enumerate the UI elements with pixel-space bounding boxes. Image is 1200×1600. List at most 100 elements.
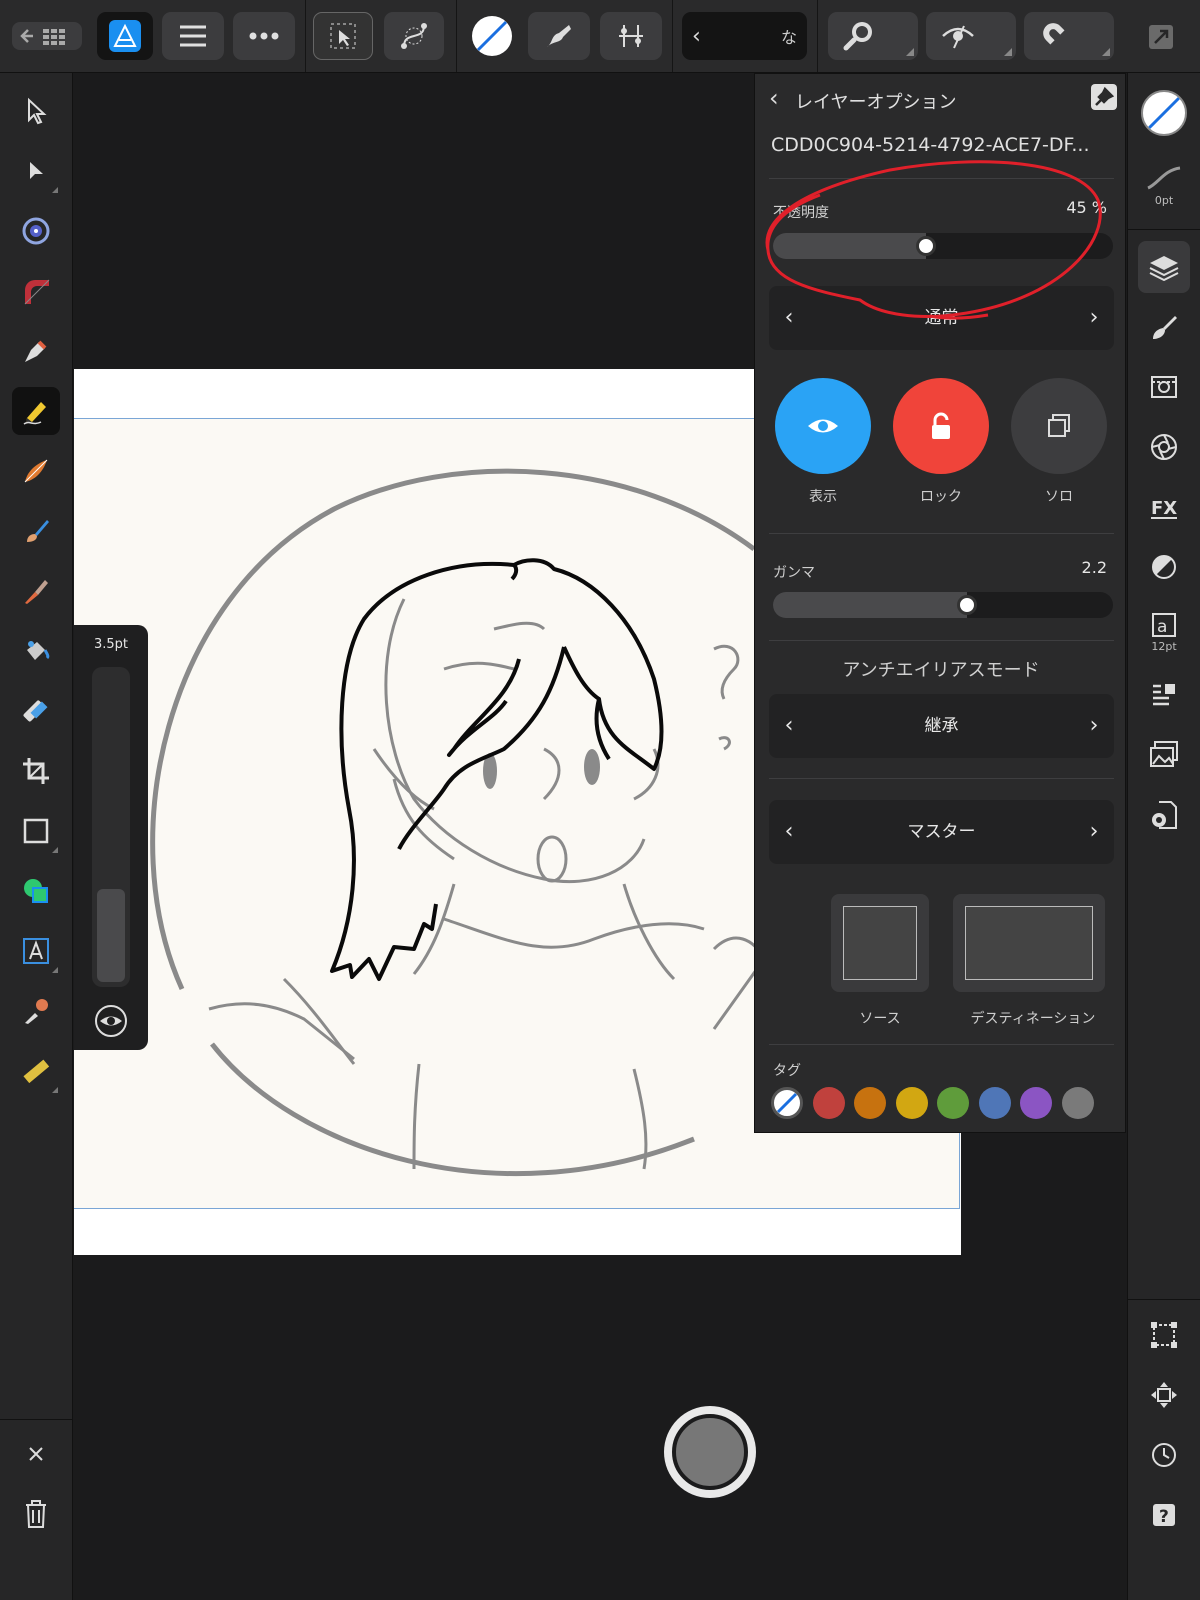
tag-color-swatch[interactable]	[1061, 1087, 1094, 1119]
tag-color-swatch[interactable]	[937, 1087, 969, 1119]
selection-box-icon	[330, 23, 356, 49]
vector-brush-tool[interactable]	[12, 447, 60, 495]
text-styles-studio-button[interactable]: a 12pt	[1138, 601, 1190, 663]
vector-brush-icon	[547, 25, 571, 47]
navigator-studio-button[interactable]	[1138, 1369, 1190, 1421]
more-dots-icon	[249, 32, 279, 40]
pencil-tool[interactable]	[12, 387, 60, 435]
vector-brush-icon	[24, 459, 48, 483]
tag-color-swatch[interactable]	[978, 1087, 1011, 1119]
pen-nib-icon	[25, 340, 47, 362]
pencil-persona-button[interactable]	[528, 12, 590, 60]
panel-back-button[interactable]: ‹	[769, 84, 779, 112]
pixel-brush-tool[interactable]	[12, 567, 60, 615]
hamburger-icon	[180, 25, 206, 47]
measure-tool[interactable]	[12, 1047, 60, 1095]
node-tool-button[interactable]	[384, 12, 444, 60]
brushes-studio-button[interactable]	[1138, 301, 1190, 353]
contrast-icon	[1152, 555, 1176, 579]
fullscreen-button[interactable]	[1146, 22, 1176, 52]
history-clock-icon	[1152, 1443, 1176, 1467]
fullscreen-icon	[1149, 25, 1173, 49]
gamma-slider-fill	[773, 592, 967, 618]
pin-panel-button[interactable]	[1091, 84, 1117, 110]
source-label: ソース	[859, 1011, 901, 1027]
corner-tool[interactable]	[12, 267, 60, 315]
tag-none-swatch[interactable]	[771, 1087, 803, 1119]
destination-button[interactable]	[953, 894, 1105, 992]
view-mode-button[interactable]	[926, 12, 1016, 60]
brush-icon	[1153, 316, 1177, 339]
lock-toggle[interactable]	[893, 378, 989, 474]
history-studio-button[interactable]	[1138, 1429, 1190, 1481]
pressure-toggle[interactable]	[92, 1002, 130, 1040]
snapping-icon	[619, 25, 643, 47]
move-tool[interactable]	[12, 87, 60, 135]
tag-color-swatch[interactable]	[812, 1087, 845, 1119]
antialias-selector[interactable]: ‹ 継承 ›	[769, 694, 1114, 758]
transform-studio-button[interactable]	[1138, 1309, 1190, 1361]
gamma-slider-knob[interactable]	[956, 595, 977, 615]
close-button[interactable]	[12, 1430, 60, 1478]
node-select-tool[interactable]	[12, 147, 60, 195]
color-picker-tool[interactable]	[12, 987, 60, 1035]
eye-icon	[808, 419, 838, 433]
designer-persona-button[interactable]	[97, 12, 153, 60]
source-button[interactable]	[831, 894, 929, 992]
document-menu-button[interactable]	[162, 12, 224, 60]
transparency-studio-button[interactable]	[1138, 541, 1190, 593]
chevron-right-icon[interactable]: ›	[1074, 800, 1114, 864]
visible-toggle[interactable]	[775, 378, 871, 474]
context-toolbar-scroll[interactable]: ‹ な	[682, 12, 807, 60]
fill-tool[interactable]	[12, 627, 60, 675]
fill-bucket-icon	[27, 641, 50, 660]
gray-sketch-lines	[208, 598, 766, 1170]
assets-studio-button[interactable]	[1138, 729, 1190, 781]
context-tab-label: な	[780, 28, 797, 47]
back-to-gallery-button[interactable]	[12, 22, 82, 50]
tag-color-swatch[interactable]	[895, 1087, 928, 1119]
layers-studio-button[interactable]	[1138, 241, 1190, 293]
appearance-studio-button[interactable]	[1138, 361, 1190, 413]
color-studio-button[interactable]	[1138, 421, 1190, 473]
stroke-color-button[interactable]	[1141, 90, 1187, 136]
appearance-icon	[1151, 376, 1177, 398]
rectangle-tool[interactable]	[12, 807, 60, 855]
snap-magnet-button[interactable]	[1024, 12, 1114, 60]
tools-panel	[0, 73, 73, 1600]
chevron-right-icon[interactable]: ›	[1074, 694, 1114, 758]
tag-color-swatch[interactable]	[854, 1087, 886, 1119]
color-swatch-button[interactable]	[472, 16, 512, 56]
layers-icon	[1149, 256, 1179, 281]
pen-tool[interactable]	[12, 327, 60, 375]
more-menu-button[interactable]	[233, 12, 295, 60]
delete-button[interactable]	[12, 1490, 60, 1538]
brush-tool[interactable]	[12, 507, 60, 555]
text-icon	[23, 938, 49, 964]
brush-size-slider[interactable]	[92, 667, 130, 987]
snapping-button[interactable]	[600, 12, 662, 60]
effects-studio-button[interactable]: FX	[1138, 481, 1190, 533]
master-selector[interactable]: ‹ マスター ›	[769, 800, 1114, 864]
pixel-brush-icon	[25, 580, 48, 604]
gamma-value[interactable]: 2.2	[1082, 558, 1107, 577]
point-transform-tool[interactable]	[12, 207, 60, 255]
tag-color-swatch[interactable]	[1020, 1087, 1052, 1119]
selection-tool-button[interactable]	[313, 12, 373, 60]
gamma-slider[interactable]	[773, 592, 1113, 618]
help-button[interactable]: ?	[1138, 1489, 1190, 1541]
paragraph-studio-button[interactable]	[1138, 669, 1190, 721]
document-gear-icon	[1152, 801, 1177, 829]
shape-builder-tool[interactable]	[12, 867, 60, 915]
transparency-tool[interactable]	[12, 687, 60, 735]
destination-preview	[965, 906, 1093, 980]
antialias-title: アンチエイリアスモード	[842, 660, 1040, 681]
source-preview	[843, 906, 917, 980]
document-settings-button[interactable]	[1138, 789, 1190, 841]
solo-toggle[interactable]	[1011, 378, 1107, 474]
studio-bar: 0pt FX a 12pt ?	[1127, 73, 1200, 1600]
artistic-text-tool[interactable]	[12, 927, 60, 975]
crop-tool[interactable]	[12, 747, 60, 795]
stroke-width-button[interactable]: 0pt	[1138, 153, 1190, 217]
zoom-button[interactable]	[828, 12, 918, 60]
